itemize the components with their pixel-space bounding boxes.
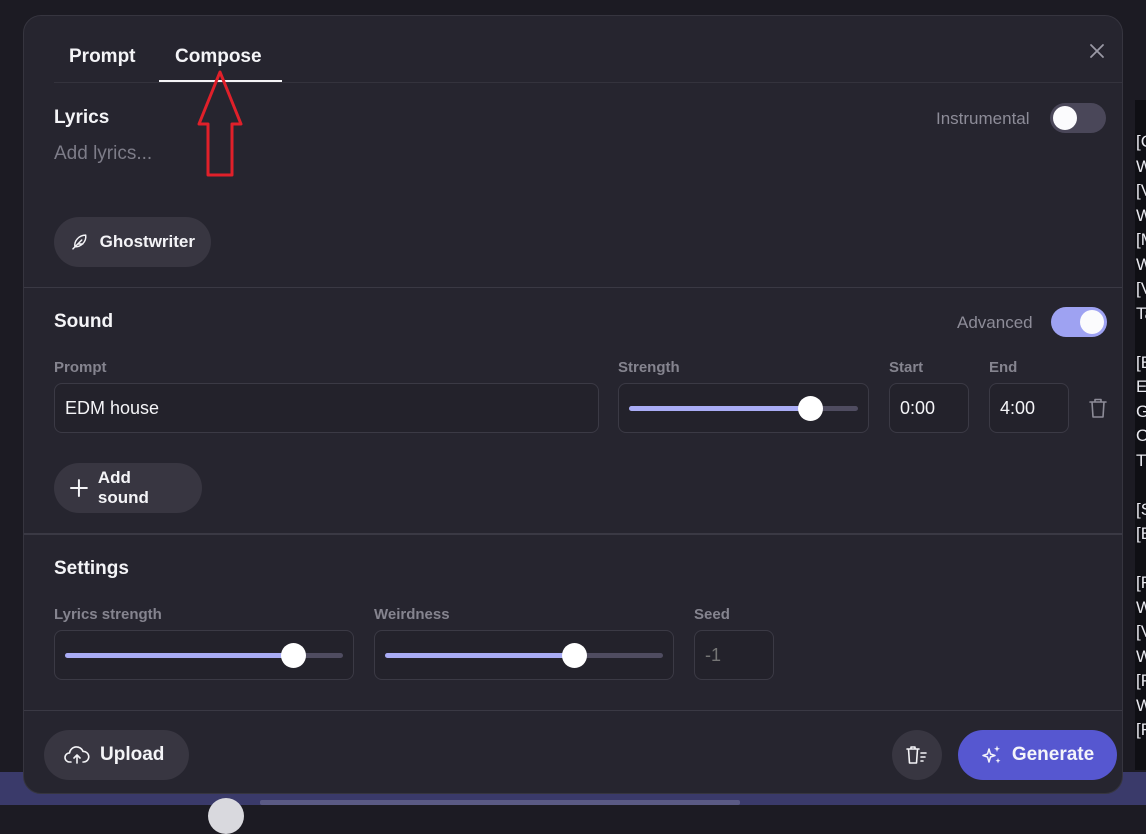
footer-divider <box>24 710 1122 711</box>
background-text-line: Tl <box>1136 450 1146 470</box>
trash-list-icon <box>906 746 927 764</box>
sound-title: Sound <box>54 311 114 332</box>
generate-label: Generate <box>1011 744 1095 765</box>
settings-title: Settings <box>54 558 129 579</box>
background-text-line: [F <box>1136 720 1146 739</box>
plus-icon <box>70 479 88 497</box>
strength-slider-box <box>618 383 869 433</box>
background-text-line: [P <box>1136 671 1146 690</box>
tab-compose[interactable]: Compose <box>175 46 262 68</box>
tab-prompt[interactable]: Prompt <box>69 46 136 68</box>
background-text-line: [V <box>1136 181 1146 200</box>
weirdness-label: Weirdness <box>374 606 450 623</box>
background-lyrics-column: [C W [V W [M W [V Ta [E Ev GO Tl [S [E [F W [V W [P W [F <box>1135 100 1146 770</box>
background-text-line: [S <box>1136 499 1146 519</box>
end-field[interactable] <box>989 383 1069 433</box>
cloud-upload-icon <box>64 746 90 764</box>
start-input[interactable] <box>890 384 968 432</box>
ghostwriter-label: Ghostwriter <box>99 232 195 251</box>
add-sound-label: Add sound <box>97 468 149 507</box>
background-text-line: Ta <box>1136 303 1146 323</box>
slider-thumb[interactable] <box>562 643 588 668</box>
background-avatar <box>208 798 244 834</box>
toggle-knob <box>1080 310 1104 334</box>
upload-label: Upload <box>100 744 165 765</box>
lyrics-strength-box <box>54 630 354 680</box>
slider-fill <box>385 653 575 658</box>
close-icon <box>1090 44 1104 58</box>
start-label: Start <box>889 359 924 376</box>
compose-modal: Prompt Compose Lyrics Add lyrics... Inst… <box>23 15 1123 794</box>
sound-prompt-field[interactable] <box>54 383 599 433</box>
delete-sound-button[interactable] <box>1088 397 1108 424</box>
upload-button[interactable]: Upload <box>44 730 189 780</box>
feather-icon <box>72 234 87 250</box>
background-text-line: [C <box>1136 132 1146 151</box>
section-divider <box>24 533 1122 535</box>
background-text-line: W <box>1136 646 1146 666</box>
trash-icon <box>1089 398 1107 418</box>
background-text-line: [E <box>1136 352 1146 372</box>
ghostwriter-button[interactable]: Ghostwriter <box>54 217 211 267</box>
sound-prompt-label: Prompt <box>54 359 107 376</box>
sparkles-icon <box>982 745 1001 764</box>
slider-thumb[interactable] <box>280 643 306 668</box>
background-text-line: [F <box>1136 573 1146 592</box>
start-field[interactable] <box>889 383 969 433</box>
slider-fill <box>65 653 293 658</box>
background-text-line: Ev <box>1136 377 1146 396</box>
background-text-line: [M <box>1136 230 1146 249</box>
background-text-line: W <box>1136 695 1146 715</box>
lyrics-strength-label: Lyrics strength <box>54 606 162 623</box>
lyrics-title: Lyrics <box>54 107 110 128</box>
section-divider <box>24 287 1122 288</box>
advanced-toggle[interactable] <box>1051 307 1107 337</box>
strength-label: Strength <box>618 359 680 376</box>
add-sound-button[interactable]: Add sound <box>54 463 202 513</box>
weirdness-box <box>374 630 674 680</box>
seed-label: Seed <box>694 606 730 623</box>
active-tab-indicator <box>159 80 282 82</box>
background-text-line: W <box>1136 597 1146 617</box>
instrumental-label: Instrumental <box>936 109 1030 128</box>
background-text-line: O <box>1136 426 1146 445</box>
lyrics-input[interactable]: Add lyrics... <box>54 143 152 165</box>
slider-fill <box>629 406 810 411</box>
slider-thumb[interactable] <box>797 396 823 421</box>
background-text-line: [V <box>1136 279 1146 298</box>
background-text-line: W <box>1136 254 1146 274</box>
weirdness-slider[interactable] <box>385 643 663 668</box>
seed-field[interactable] <box>694 630 774 680</box>
close-button[interactable] <box>1086 40 1108 62</box>
strength-slider[interactable] <box>629 396 858 421</box>
background-text-line: W <box>1136 205 1146 225</box>
end-input[interactable] <box>990 384 1068 432</box>
background-text <box>260 800 740 805</box>
background-text-line: G <box>1136 401 1146 421</box>
instrumental-toggle[interactable] <box>1050 103 1106 133</box>
toggle-knob <box>1053 106 1077 130</box>
clear-button[interactable] <box>892 730 942 780</box>
generate-button[interactable]: Generate <box>958 730 1117 780</box>
sound-prompt-input[interactable] <box>55 384 598 432</box>
end-label: End <box>989 359 1018 376</box>
seed-input[interactable] <box>695 631 773 679</box>
tab-bar: Prompt Compose <box>54 16 1122 83</box>
background-text-line: [E <box>1136 524 1146 543</box>
lyrics-strength-slider[interactable] <box>65 643 343 668</box>
advanced-label: Advanced <box>957 313 1033 332</box>
background-text-line: W <box>1136 156 1146 176</box>
background-text-line: [V <box>1136 622 1146 641</box>
